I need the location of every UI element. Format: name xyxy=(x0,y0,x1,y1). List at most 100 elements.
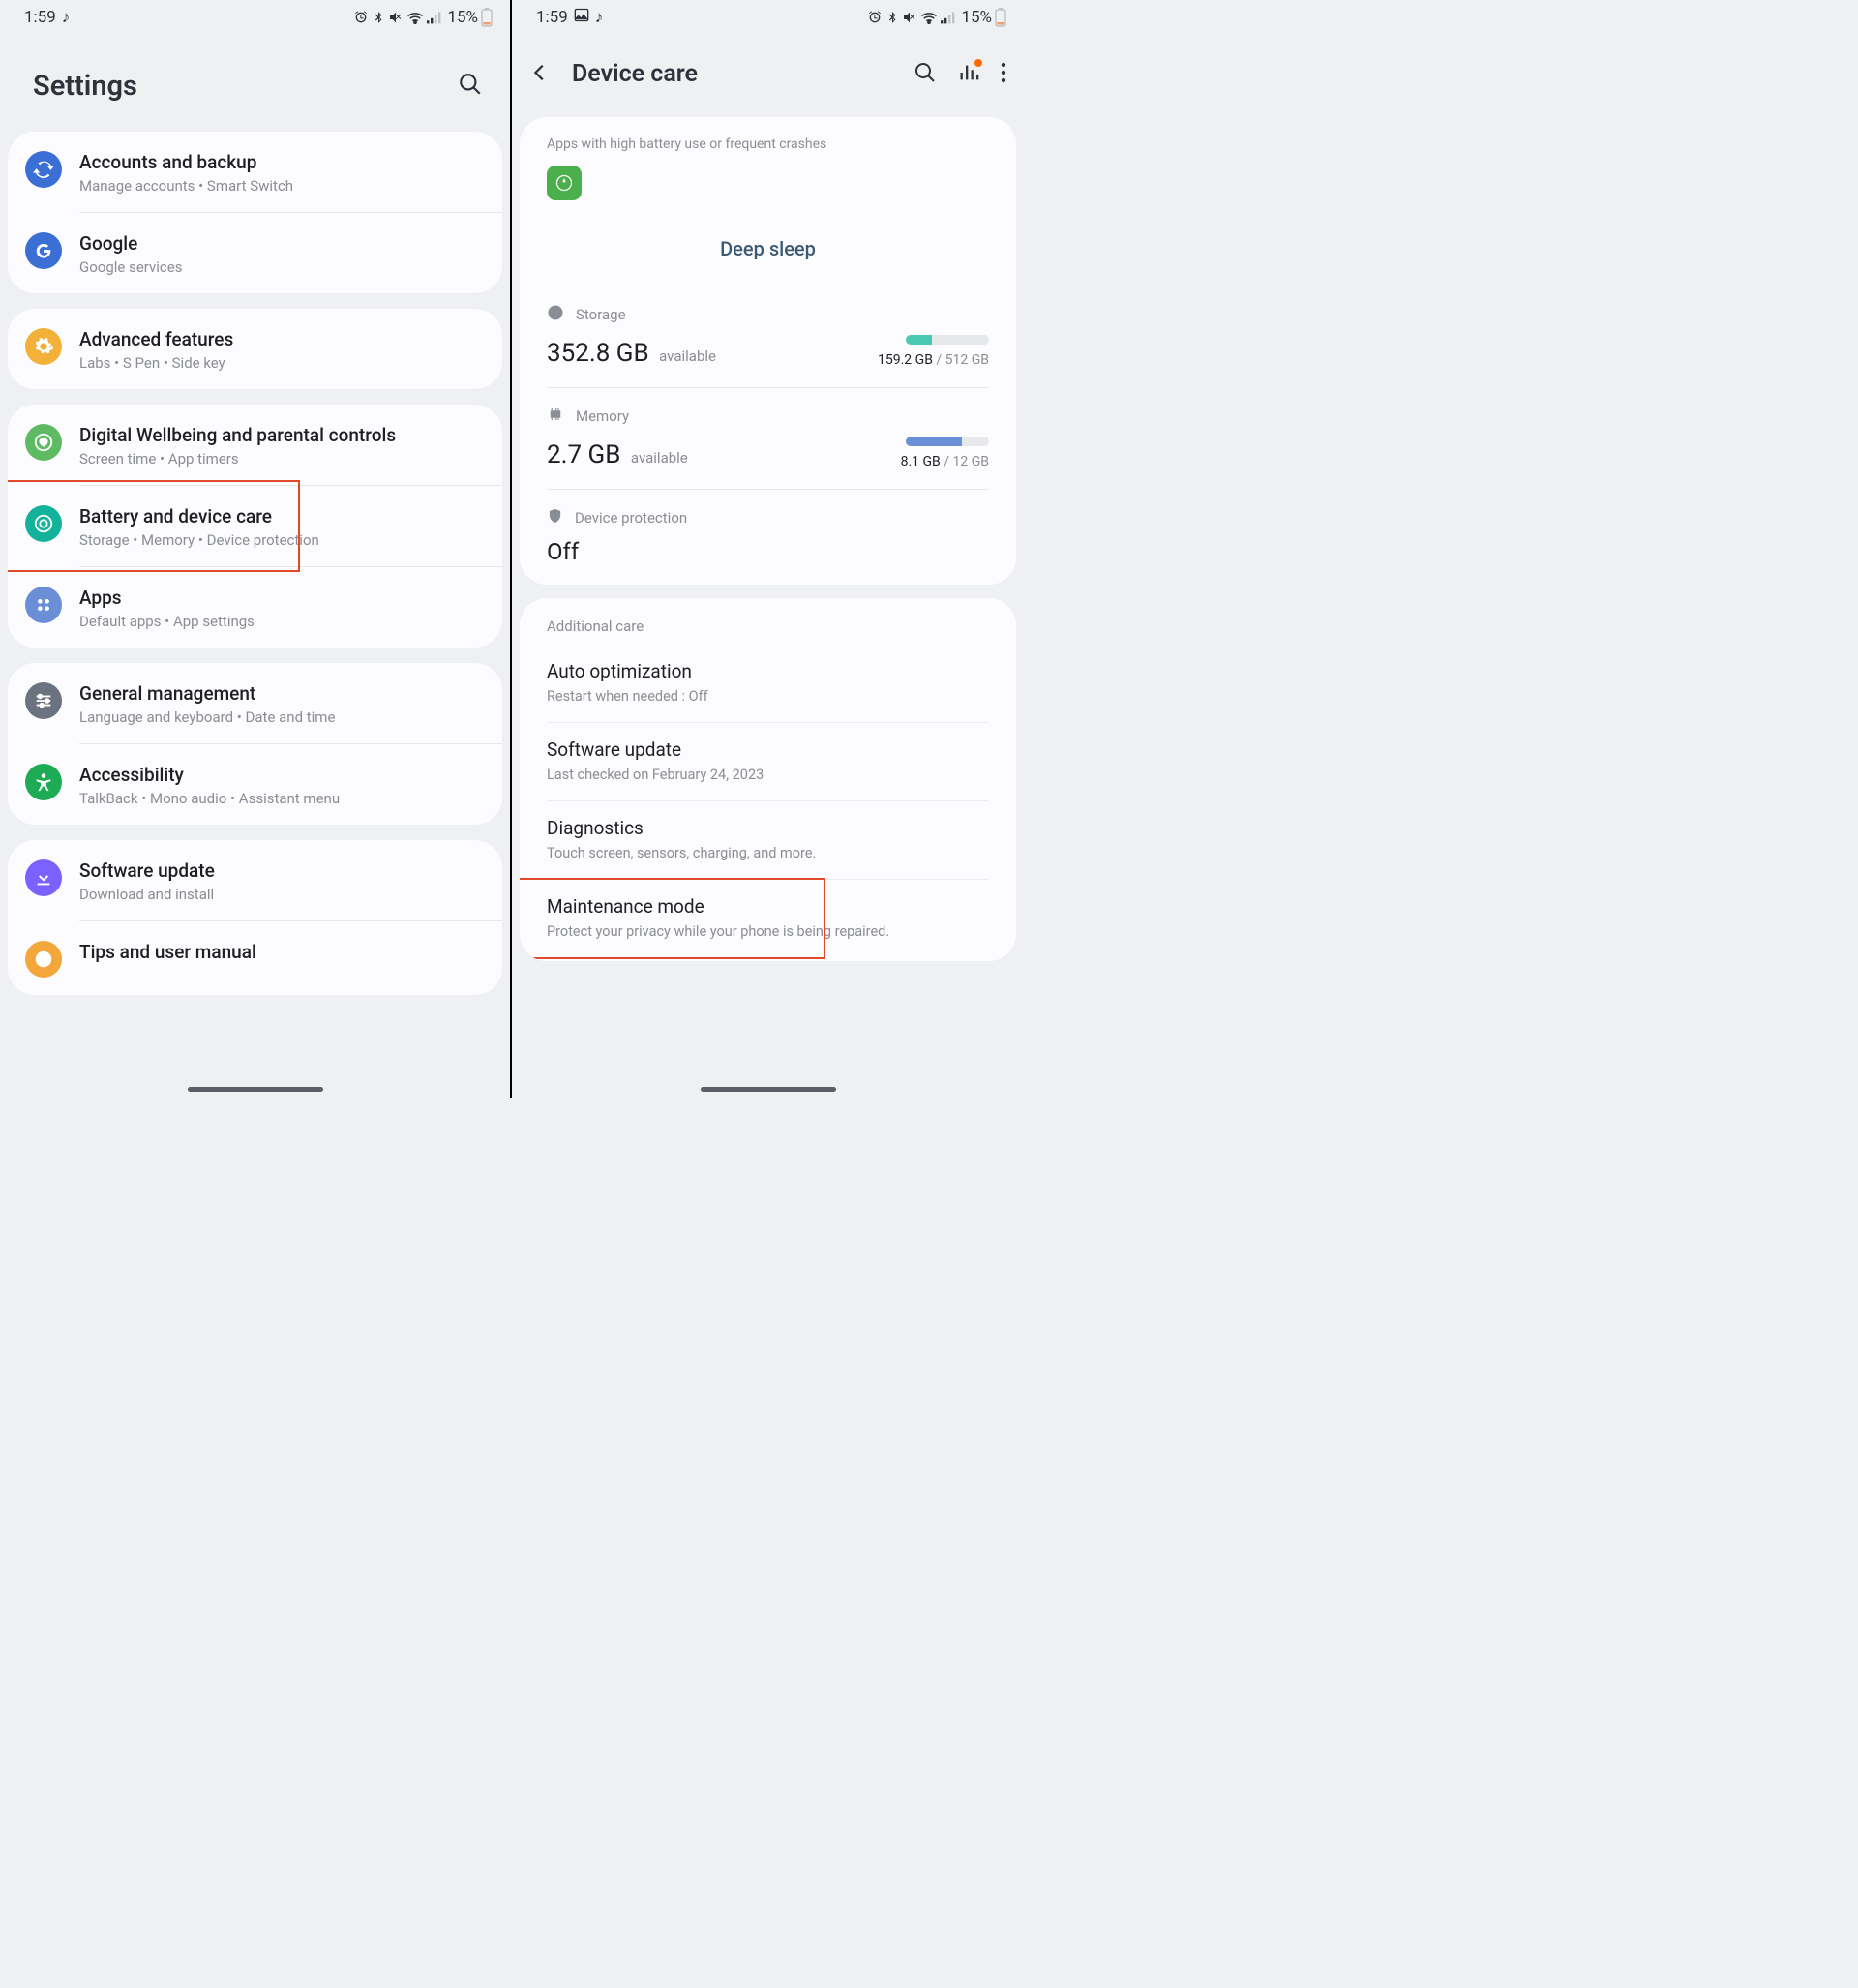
settings-header: Settings xyxy=(0,31,510,132)
music-icon: ♪ xyxy=(595,8,604,27)
memory-used: 8.1 GB xyxy=(901,454,941,469)
apps-section-label: Apps with high battery use or frequent c… xyxy=(547,117,989,152)
bluetooth-icon xyxy=(885,10,899,25)
deep-sleep-link[interactable]: Deep sleep xyxy=(720,237,816,260)
memory-label: Memory xyxy=(576,407,629,425)
settings-row[interactable]: Advanced features Labs • S Pen • Side ke… xyxy=(8,309,502,389)
additional-care-header: Additional care xyxy=(520,598,1016,645)
status-bar: 1:59 ♪ 15% xyxy=(512,0,1024,31)
settings-row[interactable]: General management Language and keyboard… xyxy=(8,663,502,743)
settings-group: Digital Wellbeing and parental controls … xyxy=(8,405,502,648)
settings-row-title: Software update xyxy=(79,859,483,882)
device-protection-value: Off xyxy=(547,538,989,565)
storage-label: Storage xyxy=(576,306,626,323)
settings-screen: 1:59 ♪ 15% Settings Accounts and backup … xyxy=(0,0,512,1098)
heart-icon xyxy=(25,424,62,461)
settings-row-sub: Labs • S Pen • Side key xyxy=(79,354,483,372)
device-protection-label: Device protection xyxy=(575,509,687,527)
settings-group: Advanced features Labs • S Pen • Side ke… xyxy=(8,309,502,389)
alarm-icon xyxy=(867,10,883,25)
settings-row-title: Advanced features xyxy=(79,328,483,350)
high-battery-app-icon[interactable] xyxy=(547,166,582,200)
settings-row-title: Google xyxy=(79,232,483,255)
list-item-sub: Restart when needed : Off xyxy=(547,688,989,705)
status-time: 1:59 xyxy=(536,8,568,27)
settings-row[interactable]: Apps Default apps • App settings xyxy=(8,567,502,648)
list-item-title: Software update xyxy=(547,738,989,761)
settings-row-title: Tips and user manual xyxy=(79,941,483,963)
page-title: Settings xyxy=(33,70,137,103)
additional-care-item[interactable]: Auto optimization Restart when needed : O… xyxy=(520,645,1016,722)
home-indicator[interactable] xyxy=(188,1087,323,1092)
signal-icon xyxy=(427,11,442,24)
storage-row[interactable]: Storage 352.8 GB available 159.2 GB / 51… xyxy=(520,286,1016,387)
mute-icon xyxy=(902,10,917,25)
memory-icon xyxy=(547,406,564,427)
shield-icon xyxy=(547,507,563,528)
storage-total: 512 GB xyxy=(945,352,989,368)
settings-group: Accounts and backup Manage accounts • Sm… xyxy=(8,132,502,293)
battery-pct: 15% xyxy=(447,8,478,27)
settings-row[interactable]: Digital Wellbeing and parental controls … xyxy=(8,405,502,485)
wifi-icon xyxy=(920,11,938,24)
tips-icon xyxy=(25,941,62,978)
battery-icon xyxy=(481,8,493,27)
list-item-sub: Touch screen, sensors, charging, and mor… xyxy=(547,845,989,861)
dots-icon xyxy=(25,587,62,623)
settings-row[interactable]: Software update Download and install xyxy=(8,840,502,920)
image-icon xyxy=(574,8,589,27)
gear-icon xyxy=(25,328,62,365)
settings-row[interactable]: Tips and user manual xyxy=(8,921,502,995)
list-item-title: Maintenance mode xyxy=(547,895,989,918)
settings-row-title: General management xyxy=(79,682,483,705)
list-item-sub: Protect your privacy while your phone is… xyxy=(547,923,989,940)
list-item-title: Diagnostics xyxy=(547,817,989,839)
device-protection-row[interactable]: Device protection Off xyxy=(520,490,1016,585)
storage-used: 159.2 GB xyxy=(878,352,933,368)
sync-icon xyxy=(25,151,62,188)
wifi-icon xyxy=(406,11,424,24)
alarm-icon xyxy=(353,10,369,25)
additional-care-item[interactable]: Diagnostics Touch screen, sensors, chargi… xyxy=(520,801,1016,879)
additional-care-item[interactable]: Software update Last checked on February … xyxy=(520,723,1016,800)
signal-icon xyxy=(941,11,956,24)
settings-row-title: Accounts and backup xyxy=(79,151,483,173)
more-icon[interactable] xyxy=(1001,62,1006,87)
settings-row-sub: Language and keyboard • Date and time xyxy=(79,708,483,726)
sliders-icon xyxy=(25,682,62,719)
additional-care-item[interactable]: Maintenance mode Protect your privacy whi… xyxy=(520,880,1016,957)
settings-row[interactable]: Accounts and backup Manage accounts • Sm… xyxy=(8,132,502,212)
list-item-sub: Last checked on February 24, 2023 xyxy=(547,767,989,783)
settings-row-sub: Manage accounts • Smart Switch xyxy=(79,177,483,195)
storage-icon xyxy=(547,304,564,325)
bluetooth-icon xyxy=(372,10,385,25)
settings-row[interactable]: Battery and device care Storage • Memory… xyxy=(8,486,502,566)
memory-available-value: 2.7 GB xyxy=(547,440,620,469)
settings-row-title: Battery and device care xyxy=(79,505,483,527)
settings-row[interactable]: Google Google services xyxy=(8,213,502,293)
page-title: Device care xyxy=(572,60,900,88)
settings-row-sub: Screen time • App timers xyxy=(79,450,483,467)
back-icon[interactable] xyxy=(529,62,551,87)
a11y-icon xyxy=(25,764,62,800)
storage-available-value: 352.8 GB xyxy=(547,339,649,368)
search-icon[interactable] xyxy=(914,61,937,88)
device-care-screen: 1:59 ♪ 15% Device care Apps with high ba… xyxy=(512,0,1024,1098)
download-icon xyxy=(25,859,62,896)
home-indicator[interactable] xyxy=(701,1087,836,1092)
status-time: 1:59 xyxy=(24,8,56,27)
google-icon xyxy=(25,232,62,269)
memory-row[interactable]: Memory 2.7 GB available 8.1 GB / 12 GB xyxy=(520,388,1016,489)
settings-row[interactable]: Accessibility TalkBack • Mono audio • As… xyxy=(8,744,502,825)
settings-row-sub: Download and install xyxy=(79,886,483,903)
stats-icon[interactable] xyxy=(958,62,979,87)
memory-available-label: available xyxy=(631,449,688,467)
settings-row-sub: TalkBack • Mono audio • Assistant menu xyxy=(79,790,483,807)
storage-bar xyxy=(906,335,989,345)
storage-available-label: available xyxy=(659,347,716,365)
settings-row-sub: Google services xyxy=(79,258,483,276)
settings-row-title: Digital Wellbeing and parental controls xyxy=(79,424,483,446)
device-care-header: Device care xyxy=(512,31,1024,117)
list-item-title: Auto optimization xyxy=(547,660,989,682)
search-icon[interactable] xyxy=(458,72,483,101)
